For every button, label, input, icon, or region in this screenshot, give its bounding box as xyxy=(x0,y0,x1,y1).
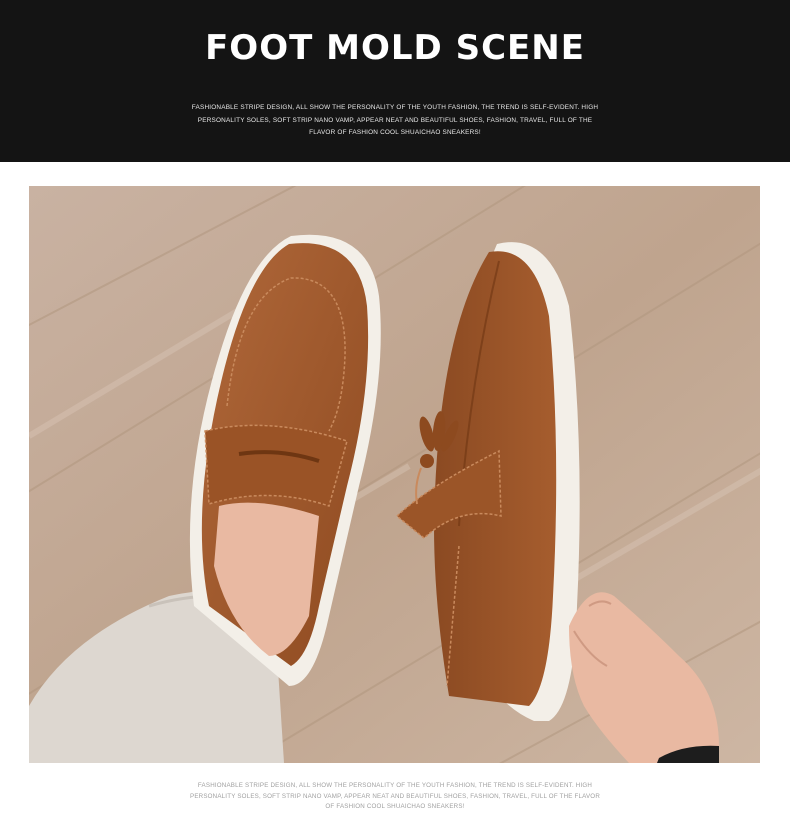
penny-strap xyxy=(204,424,348,507)
loafers-illustration xyxy=(29,186,760,763)
banner-description: FASHIONABLE STRIPE DESIGN, ALL SHOW THE … xyxy=(191,104,599,136)
header-banner: FOOT MOLD SCENE FASHIONABLE STRIPE DESIG… xyxy=(0,0,790,162)
banner-title: FOOT MOLD SCENE xyxy=(205,28,585,68)
product-photo xyxy=(29,186,760,763)
footer-description: FASHIONABLE STRIPE DESIGN, ALL SHOW THE … xyxy=(190,782,600,810)
